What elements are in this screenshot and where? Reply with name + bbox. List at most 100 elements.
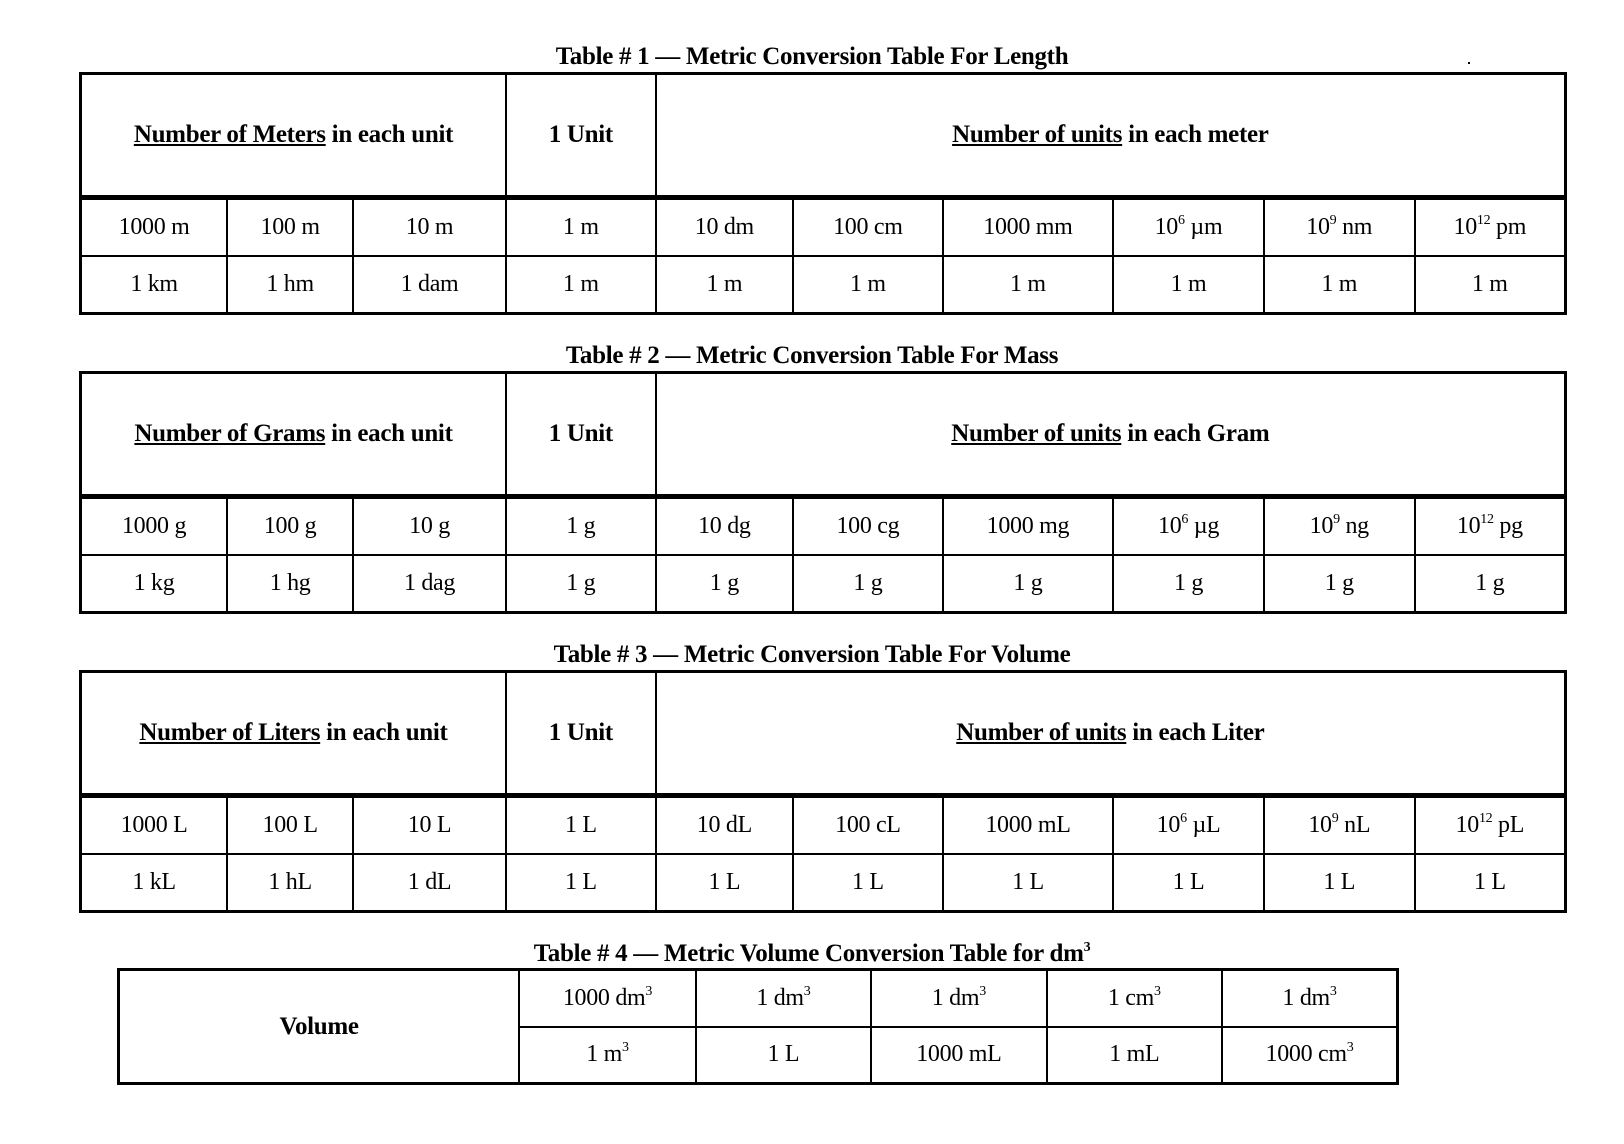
quantity-cell: 109 ng xyxy=(1262,495,1416,556)
table-4-cell: 1000 mL xyxy=(870,1025,1048,1085)
unit-cell: 1 dL xyxy=(352,852,507,913)
quantity-cell: 1000 L xyxy=(79,794,229,855)
unit-cell: 1 g xyxy=(792,553,944,614)
right-header: Number of units in each Liter xyxy=(654,670,1567,798)
unit-cell: 1 m xyxy=(654,254,795,315)
right-header-underlined: Number of units xyxy=(956,719,1127,746)
right-header: Number of units in each Gram xyxy=(654,371,1567,499)
quantity-cell: 109 nL xyxy=(1262,794,1416,855)
quantity-cell: 100 cg xyxy=(792,495,944,556)
table-3-caption: Table # 3 — Metric Conversion Table For … xyxy=(553,641,1071,668)
left-header-underlined: Number of Liters xyxy=(139,719,321,746)
unit-cell: 1 km xyxy=(79,254,229,315)
unit-cell: 1 L xyxy=(654,852,795,913)
unit-cell: 1 L xyxy=(1413,852,1567,913)
quantity-cell: 10 m xyxy=(352,196,507,257)
table-4-caption: Table # 4 — Metric Volume Conversion Tab… xyxy=(0,940,1624,968)
unit-cell: 1 m xyxy=(1262,254,1416,315)
quantity-cell: 10 dm xyxy=(654,196,795,257)
left-header: Number of Liters in each unit xyxy=(79,670,507,798)
table-4-caption-text: Table # 4 — Metric Volume Conversion Tab… xyxy=(533,940,1084,967)
table-2-quantity-row: 1000 g 100 g 10 g1 g 10 dg 100 cg 1000 mg 106 … xyxy=(79,495,1567,556)
unit-cell: 1 g xyxy=(1262,553,1416,614)
unit-cell: 1 g xyxy=(1112,553,1265,614)
right-header-text: in each meter xyxy=(1122,121,1269,148)
left-header-text: in each unit xyxy=(320,719,448,746)
unit-cell: 1 m xyxy=(504,254,657,315)
table-4-caption-exponent: 3 xyxy=(1083,940,1091,955)
left-header: Number of Grams in each unit xyxy=(79,371,507,499)
table-3-unit-row: 1 kL 1 hL 1 dL 1 L1 L1 L1 L1 L1 L1 L xyxy=(79,852,1567,913)
quantity-cell: 100 g xyxy=(226,495,355,556)
right-header: Number of units in each meter xyxy=(654,72,1567,200)
unit-cell: 1 hg xyxy=(226,553,355,614)
table-2-unit-row: 1 kg 1 hg 1 dag 1 g1 g1 g1 g1 g1 g1 g xyxy=(79,553,1567,614)
quantity-cell: 1000 mg xyxy=(941,495,1115,556)
unit-cell: 1 dag xyxy=(352,553,507,614)
unit-cell: 1 L xyxy=(1262,852,1416,913)
table-4-cell: 1 cm3 xyxy=(1045,968,1224,1028)
unit-cell: 1 m xyxy=(792,254,944,315)
table-4-cell: 1 dm3 xyxy=(1221,968,1399,1028)
unit-cell: 1 g xyxy=(504,553,657,614)
quantity-cell: 100 cm xyxy=(792,196,944,257)
table-4-volume-dm3: Volume 1000 dm3 1 dm3 1 dm3 1 cm3 1 dm3 … xyxy=(117,968,1399,1085)
unit-cell: 1 m xyxy=(1413,254,1567,315)
table-1-quantity-row: 1000 m 100 m 10 m1 m 10 dm 100 cm 1000 mm 106 … xyxy=(79,196,1567,257)
quantity-cell: 100 L xyxy=(226,794,355,855)
quantity-cell: 10 g xyxy=(352,495,507,556)
table-2-header-row: Number of Grams in each unit 1 Unit Number… xyxy=(79,371,1567,499)
table-4-cell: 1000 cm3 xyxy=(1221,1025,1399,1085)
table-2-mass: Number of Grams in each unit 1 Unit Number… xyxy=(79,371,1567,614)
quantity-cell: 1012 pL xyxy=(1413,794,1567,855)
table-4-cell: 1 mL xyxy=(1045,1025,1224,1085)
unit-cell: 1 L xyxy=(504,852,657,913)
quantity-cell: 100 m xyxy=(226,196,355,257)
right-header-text: in each Liter xyxy=(1126,719,1265,746)
table-4-row-header: Volume xyxy=(117,968,521,1085)
unit-cell: 1 hm xyxy=(226,254,355,315)
table-3-quantity-row: 1000 L 100 L 10 L1 L 10 dL 100 cL 1000 mL 106 … xyxy=(79,794,1567,855)
right-header-underlined: Number of units xyxy=(951,420,1122,447)
table-3-header-row: Number of Liters in each unit 1 Unit Numbe… xyxy=(79,670,1567,798)
left-header: Number of Meters in each unit xyxy=(79,72,507,200)
table-1-header-row: Number of Meters in each unit 1 Unit Numbe… xyxy=(79,72,1567,200)
unit-cell: 1 L xyxy=(792,852,944,913)
right-header-underlined: Number of units xyxy=(952,121,1123,148)
quantity-cell: 109 nm xyxy=(1262,196,1416,257)
left-header-text: in each unit xyxy=(325,121,454,148)
table-1-caption: Table # 1 — Metric Conversion Table For … xyxy=(555,43,1069,70)
unit-cell: 1 g xyxy=(1413,553,1567,614)
table-1-length: Number of Meters in each unit 1 Unit Numbe… xyxy=(79,72,1567,315)
unit-header: 1 Unit xyxy=(504,72,657,200)
unit-cell: 1 dam xyxy=(352,254,507,315)
table-3-volume: Number of Liters in each unit 1 Unit Numbe… xyxy=(79,670,1567,913)
unit-header: 1 Unit xyxy=(504,371,657,499)
quantity-cell: 1000 mL xyxy=(941,794,1115,855)
quantity-cell: 106 µL xyxy=(1112,794,1265,855)
table-4-cell: 1 dm3 xyxy=(870,968,1048,1028)
quantity-cell: 1000 mm xyxy=(941,196,1115,257)
left-header-underlined: Number of Meters xyxy=(133,121,326,148)
table-1-unit-row: 1 km 1 hm 1 dam 1 m1 m1 m1 m1 m1 m1 m xyxy=(79,254,1567,315)
table-4-cell: 1 dm3 xyxy=(694,968,873,1028)
table-4-cell: 1 L xyxy=(694,1025,873,1085)
quantity-cell: 106 µg xyxy=(1112,495,1265,556)
quantity-cell: 1 m xyxy=(504,196,657,257)
quantity-cell: 10 dL xyxy=(654,794,795,855)
quantity-cell: 1012 pg xyxy=(1413,495,1567,556)
quantity-cell: 1012 pm xyxy=(1413,196,1567,257)
quantity-cell: 10 dg xyxy=(654,495,795,556)
quantity-cell: 1 g xyxy=(504,495,657,556)
quantity-cell: 10 L xyxy=(352,794,507,855)
left-header-text: in each unit xyxy=(325,420,453,447)
table-2-caption: Table # 2 — Metric Conversion Table For … xyxy=(565,342,1059,369)
unit-cell: 1 m xyxy=(941,254,1115,315)
unit-header: 1 Unit xyxy=(504,670,657,798)
left-header-underlined: Number of Grams xyxy=(134,420,326,447)
table-4-cell: 1000 dm3 xyxy=(518,968,697,1028)
unit-cell: 1 hL xyxy=(226,852,355,913)
quantity-cell: 1000 g xyxy=(79,495,229,556)
unit-cell: 1 L xyxy=(1112,852,1265,913)
unit-cell: 1 kL xyxy=(79,852,229,913)
